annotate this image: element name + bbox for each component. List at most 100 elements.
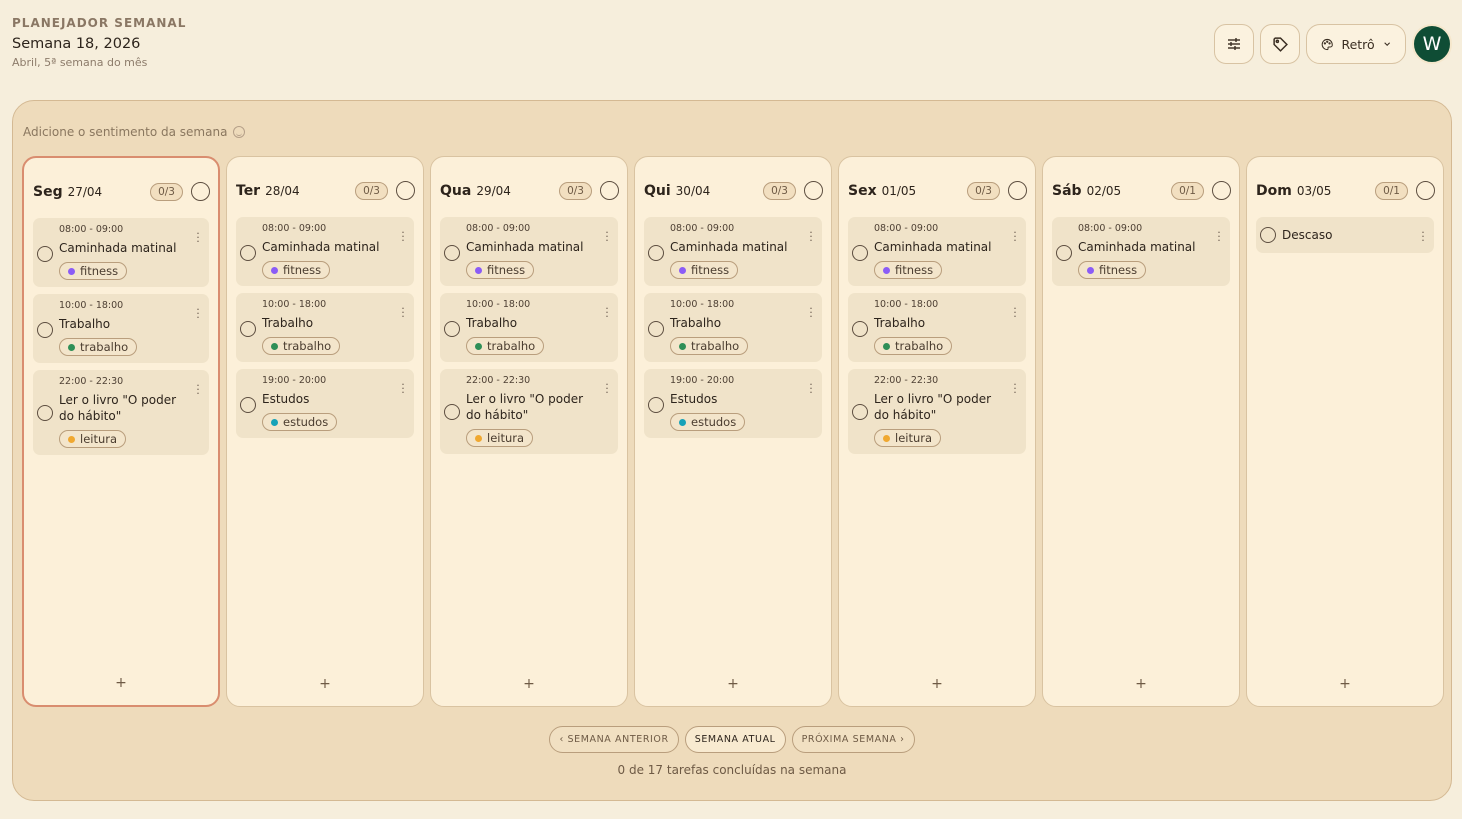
task-tag[interactable]: estudos: [262, 413, 338, 431]
task-tag[interactable]: fitness: [59, 262, 128, 280]
add-task-button[interactable]: +: [1247, 676, 1443, 692]
more-options-icon[interactable]: · · ·: [1012, 379, 1018, 398]
task-checkbox[interactable]: [648, 245, 664, 261]
day-complete-checkbox[interactable]: [396, 181, 415, 200]
more-options-icon[interactable]: · · ·: [604, 227, 610, 246]
task-checkbox[interactable]: [1260, 227, 1276, 243]
add-task-button[interactable]: +: [24, 675, 218, 691]
task-checkbox[interactable]: [37, 405, 53, 421]
task-card[interactable]: 08:00 - 09:00 Caminhada matinal fitness · · ·: [848, 217, 1026, 286]
day-complete-checkbox[interactable]: [1008, 181, 1027, 200]
task-tag[interactable]: estudos: [670, 413, 746, 431]
theme-selector[interactable]: Retrô: [1306, 24, 1406, 64]
more-options-icon[interactable]: · · ·: [808, 227, 814, 246]
more-options-icon[interactable]: · · ·: [1012, 303, 1018, 322]
task-tag[interactable]: trabalho: [59, 338, 138, 356]
task-checkbox[interactable]: [852, 245, 868, 261]
week-mood[interactable]: Adicione o sentimento da semana: [23, 125, 246, 139]
prev-week-button[interactable]: ‹ SEMANA ANTERIOR: [549, 726, 679, 753]
more-options-icon[interactable]: · · ·: [604, 303, 610, 322]
task-card[interactable]: Descaso · · ·: [1256, 217, 1434, 253]
task-checkbox[interactable]: [444, 321, 460, 337]
avatar[interactable]: W: [1412, 24, 1452, 64]
task-card[interactable]: 10:00 - 18:00 Trabalho trabalho · · ·: [848, 293, 1026, 362]
task-checkbox[interactable]: [648, 321, 664, 337]
tag-color-dot: [68, 343, 75, 351]
task-time: 19:00 - 20:00: [262, 375, 327, 386]
task-tag[interactable]: fitness: [670, 261, 739, 279]
task-card[interactable]: 10:00 - 18:00 Trabalho trabalho · · ·: [33, 294, 209, 363]
more-options-icon[interactable]: · · ·: [195, 380, 201, 399]
task-checkbox[interactable]: [444, 245, 460, 261]
more-options-icon[interactable]: · · ·: [400, 379, 406, 398]
task-checkbox[interactable]: [240, 397, 256, 413]
task-checkbox[interactable]: [444, 404, 460, 420]
task-list: 08:00 - 09:00 Caminhada matinal fitness · · ·…: [848, 217, 1026, 454]
task-card[interactable]: 19:00 - 20:00 Estudos estudos · · ·: [236, 369, 414, 438]
filters-button[interactable]: [1214, 24, 1254, 64]
task-card[interactable]: 22:00 - 22:30 Ler o livro "O poder do háb…: [848, 369, 1026, 454]
more-options-icon[interactable]: · · ·: [808, 379, 814, 398]
more-options-icon[interactable]: · · ·: [195, 228, 201, 247]
current-week-button[interactable]: SEMANA ATUAL: [684, 726, 786, 753]
more-options-icon[interactable]: · · ·: [195, 304, 201, 323]
more-options-icon[interactable]: · · ·: [1420, 227, 1426, 246]
add-task-button[interactable]: +: [635, 676, 831, 692]
add-task-button[interactable]: +: [839, 676, 1035, 692]
task-checkbox[interactable]: [1056, 245, 1072, 261]
task-card[interactable]: 08:00 - 09:00 Caminhada matinal fitness · · ·: [440, 217, 618, 286]
task-checkbox[interactable]: [648, 397, 664, 413]
app-eyebrow: PLANEJADOR SEMANAL: [12, 16, 187, 30]
tag-label: fitness: [283, 263, 322, 277]
day-header: Seg 27/04 0/3: [33, 182, 210, 201]
task-checkbox[interactable]: [852, 404, 868, 420]
next-week-button[interactable]: PRÓXIMA SEMANA ›: [791, 726, 915, 753]
day-complete-checkbox[interactable]: [191, 182, 210, 201]
more-options-icon[interactable]: · · ·: [400, 303, 406, 322]
task-checkbox[interactable]: [37, 246, 53, 262]
task-title: Trabalho: [262, 316, 314, 330]
theme-label: Retrô: [1341, 36, 1375, 52]
task-card[interactable]: 22:00 - 22:30 Ler o livro "O poder do háb…: [33, 370, 209, 455]
add-task-button[interactable]: +: [1043, 676, 1239, 692]
task-checkbox[interactable]: [240, 321, 256, 337]
add-task-button[interactable]: +: [431, 676, 627, 692]
task-time: 10:00 - 18:00: [262, 299, 327, 310]
task-tag[interactable]: leitura: [874, 429, 942, 447]
task-tag[interactable]: fitness: [874, 261, 943, 279]
task-card[interactable]: 08:00 - 09:00 Caminhada matinal fitness · · ·: [236, 217, 414, 286]
task-tag[interactable]: trabalho: [874, 337, 953, 355]
tags-button[interactable]: [1260, 24, 1300, 64]
task-tag[interactable]: leitura: [59, 430, 127, 448]
task-tag[interactable]: trabalho: [670, 337, 749, 355]
task-card[interactable]: 10:00 - 18:00 Trabalho trabalho · · ·: [644, 293, 822, 362]
day-complete-checkbox[interactable]: [1416, 181, 1435, 200]
task-checkbox[interactable]: [37, 322, 53, 338]
day-complete-checkbox[interactable]: [804, 181, 823, 200]
day-complete-checkbox[interactable]: [1212, 181, 1231, 200]
task-card[interactable]: 10:00 - 18:00 Trabalho trabalho · · ·: [236, 293, 414, 362]
task-tag[interactable]: fitness: [466, 261, 535, 279]
task-tag[interactable]: fitness: [262, 261, 331, 279]
task-title: Caminhada matinal: [1078, 240, 1196, 254]
more-options-icon[interactable]: · · ·: [604, 379, 610, 398]
day-complete-checkbox[interactable]: [600, 181, 619, 200]
tag-color-dot: [68, 435, 75, 443]
more-options-icon[interactable]: · · ·: [1012, 227, 1018, 246]
task-checkbox[interactable]: [240, 245, 256, 261]
task-checkbox[interactable]: [852, 321, 868, 337]
task-tag[interactable]: leitura: [466, 429, 534, 447]
more-options-icon[interactable]: · · ·: [1216, 227, 1222, 246]
task-card[interactable]: 08:00 - 09:00 Caminhada matinal fitness · · ·: [33, 218, 209, 287]
more-options-icon[interactable]: · · ·: [400, 227, 406, 246]
task-tag[interactable]: trabalho: [262, 337, 341, 355]
task-card[interactable]: 08:00 - 09:00 Caminhada matinal fitness · · ·: [644, 217, 822, 286]
task-card[interactable]: 19:00 - 20:00 Estudos estudos · · ·: [644, 369, 822, 438]
task-card[interactable]: 22:00 - 22:30 Ler o livro "O poder do háb…: [440, 369, 618, 454]
add-task-button[interactable]: +: [227, 676, 423, 692]
task-tag[interactable]: trabalho: [466, 337, 545, 355]
task-card[interactable]: 08:00 - 09:00 Caminhada matinal fitness · · ·: [1052, 217, 1230, 286]
task-tag[interactable]: fitness: [1078, 261, 1147, 279]
more-options-icon[interactable]: · · ·: [808, 303, 814, 322]
task-card[interactable]: 10:00 - 18:00 Trabalho trabalho · · ·: [440, 293, 618, 362]
